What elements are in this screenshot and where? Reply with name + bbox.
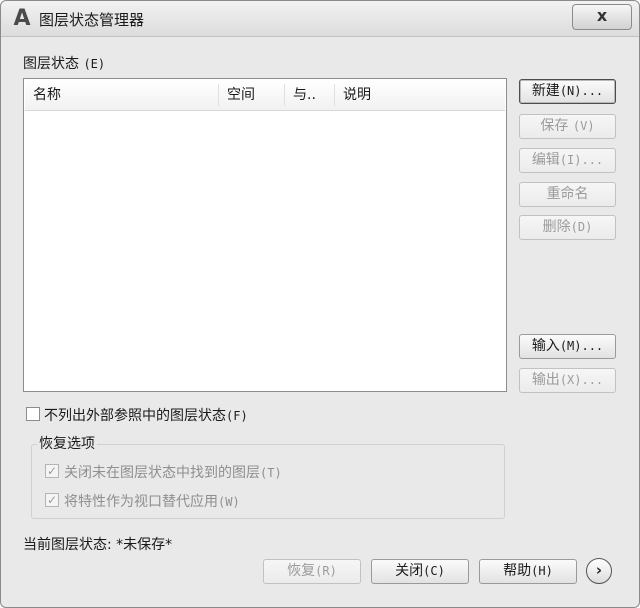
apply-viewport-override-shortcut: (W) bbox=[218, 495, 240, 509]
exclude-xref-shortcut: (F) bbox=[226, 409, 248, 423]
checkmark-icon: ✓ bbox=[46, 464, 58, 478]
list-header: 名称 空间 与.. 说明 bbox=[25, 80, 505, 111]
export-button-shortcut: (X)... bbox=[559, 373, 604, 387]
save-button-label: 保存 bbox=[540, 118, 569, 134]
close-button-label: 关闭 bbox=[395, 563, 424, 579]
close-button-shortcut: (C) bbox=[423, 564, 445, 578]
layer-states-shortcut: (E) bbox=[83, 57, 106, 71]
restore-button[interactable]: 恢复(R) bbox=[263, 559, 361, 584]
help-button-shortcut: (H) bbox=[531, 564, 553, 578]
layer-state-manager-dialog: A 图层状态管理器 x 图层状态 (E) 名称 空间 与.. 说明 新建(N).… bbox=[0, 0, 640, 608]
layer-states-label-text: 图层状态 bbox=[23, 56, 79, 72]
column-header-name[interactable]: 名称 bbox=[25, 80, 217, 110]
layer-states-label: 图层状态 (E) bbox=[23, 53, 105, 73]
current-layer-state: 当前图层状态: *未保存* bbox=[23, 534, 172, 554]
more-options-button[interactable]: › bbox=[586, 558, 612, 584]
turn-off-layers-checkbox[interactable]: ✓ bbox=[45, 464, 59, 478]
edit-button-shortcut: (I)... bbox=[559, 153, 604, 167]
new-button-shortcut: (N)... bbox=[559, 84, 604, 98]
save-button[interactable]: 保存 (V) bbox=[519, 114, 616, 139]
restore-options-title: 恢复选项 bbox=[37, 433, 97, 453]
edit-button-label: 编辑 bbox=[531, 152, 560, 168]
column-header-same-as-dwg[interactable]: 与.. bbox=[285, 80, 333, 110]
turn-off-layers-label-text: 关闭未在图层状态中找到的图层 bbox=[64, 465, 260, 481]
layer-states-list[interactable]: 名称 空间 与.. 说明 bbox=[23, 78, 507, 392]
export-button[interactable]: 输出(X)... bbox=[519, 368, 616, 393]
apply-viewport-override-label: 将特性作为视口替代应用(W) bbox=[64, 491, 240, 511]
rename-button[interactable]: 重命名 bbox=[519, 182, 616, 207]
restore-button-label: 恢复 bbox=[287, 563, 316, 579]
delete-button-label: 删除 bbox=[542, 219, 571, 235]
window-title: 图层状态管理器 bbox=[39, 11, 145, 29]
new-button-label: 新建 bbox=[531, 83, 560, 99]
restore-button-shortcut: (R) bbox=[315, 564, 337, 578]
close-window-button[interactable]: x bbox=[572, 4, 632, 30]
turn-off-layers-shortcut: (T) bbox=[260, 466, 282, 480]
apply-viewport-override-label-text: 将特性作为视口替代应用 bbox=[64, 494, 218, 510]
title-bar: A 图层状态管理器 x bbox=[1, 1, 639, 37]
delete-button[interactable]: 删除(D) bbox=[519, 215, 616, 240]
export-button-label: 输出 bbox=[531, 372, 560, 388]
help-button[interactable]: 帮助(H) bbox=[479, 559, 577, 584]
close-icon: x bbox=[596, 6, 608, 25]
exclude-xref-checkbox[interactable] bbox=[26, 407, 40, 421]
autocad-icon: A bbox=[13, 6, 31, 31]
current-state-label: 当前图层状态: bbox=[23, 537, 112, 553]
import-button[interactable]: 输入(M)... bbox=[519, 334, 616, 359]
exclude-xref-label-text: 不列出外部参照中的图层状态 bbox=[44, 408, 226, 424]
save-button-shortcut: (V) bbox=[572, 119, 595, 133]
import-button-label: 输入 bbox=[531, 338, 560, 354]
column-header-description[interactable]: 说明 bbox=[335, 80, 505, 110]
column-header-space[interactable]: 空间 bbox=[219, 80, 283, 110]
apply-viewport-override-checkbox[interactable]: ✓ bbox=[45, 493, 59, 507]
help-button-label: 帮助 bbox=[503, 563, 532, 579]
checkmark-icon: ✓ bbox=[46, 493, 58, 507]
import-button-shortcut: (M)... bbox=[559, 339, 604, 353]
rename-button-label: 重命名 bbox=[546, 186, 589, 202]
edit-button[interactable]: 编辑(I)... bbox=[519, 148, 616, 173]
close-button[interactable]: 关闭(C) bbox=[371, 559, 469, 584]
delete-button-shortcut: (D) bbox=[570, 220, 593, 234]
current-state-value: *未保存* bbox=[116, 537, 173, 553]
exclude-xref-label[interactable]: 不列出外部参照中的图层状态(F) bbox=[44, 405, 248, 425]
expand-arrow-icon: › bbox=[595, 561, 603, 579]
new-button[interactable]: 新建(N)... bbox=[519, 79, 616, 104]
turn-off-layers-label: 关闭未在图层状态中找到的图层(T) bbox=[64, 462, 282, 482]
